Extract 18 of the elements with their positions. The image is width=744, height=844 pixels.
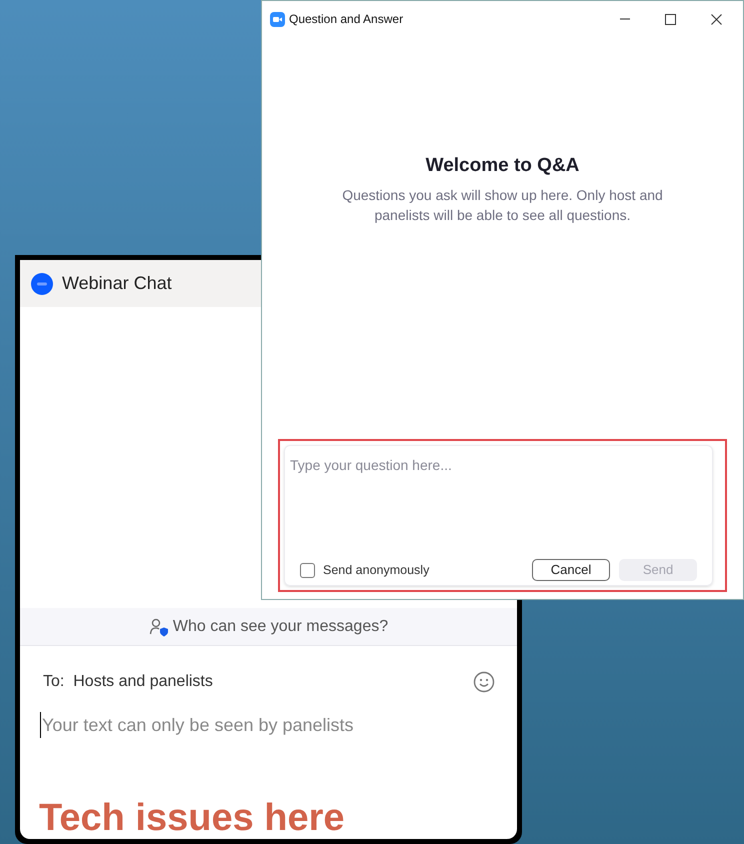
- app-logo-icon: [270, 12, 285, 26]
- cancel-button[interactable]: Cancel: [532, 559, 610, 581]
- window-title: Question and Answer: [289, 11, 404, 28]
- message-input[interactable]: Your text can only be seen by panelists: [40, 712, 497, 738]
- recipient-label: To: Hosts and panelists: [43, 672, 213, 692]
- close-icon[interactable]: [711, 14, 722, 24]
- welcome-text: Questions you ask will show up here. Only host and panelists will be able to see all questions.: [341, 186, 664, 224]
- privacy-bar[interactable]: Who can see your messages?: [20, 608, 517, 646]
- maximize-icon[interactable]: [665, 14, 676, 24]
- app-logo-icon: [31, 272, 53, 294]
- smiley-icon: [473, 671, 495, 693]
- annotation-text: Tech issues here: [38, 799, 346, 839]
- privacy-text: Who can see your messages?: [172, 616, 388, 636]
- welcome-title: Welcome to Q&A: [426, 154, 580, 178]
- anonymous-label: Send anonymously: [323, 562, 430, 579]
- checkbox[interactable]: [300, 562, 315, 578]
- person-shield-icon: [148, 616, 169, 636]
- window-title: Webinar Chat: [62, 272, 172, 295]
